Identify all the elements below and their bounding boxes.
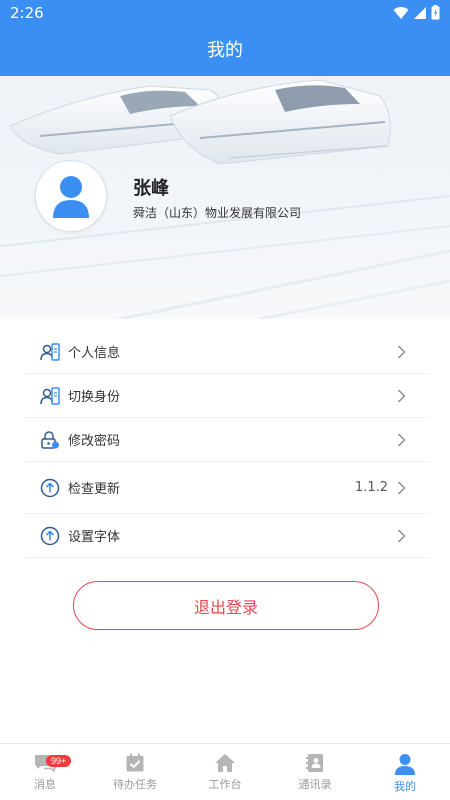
- app-version: 1.1.2: [354, 480, 388, 495]
- menu-item-personal-info[interactable]: 个人信息: [25, 330, 430, 374]
- menu-label: 修改密码: [68, 434, 121, 449]
- title-bar: 我的: [0, 26, 450, 76]
- tab-label: 消息: [34, 778, 56, 791]
- calendar-check-icon: [126, 753, 144, 772]
- menu-label: 切换身份: [68, 390, 121, 405]
- company-name: 舜洁（山东）物业发展有限公司: [133, 206, 302, 220]
- tab-mine[interactable]: 我的: [360, 744, 450, 800]
- menu-item-change-password[interactable]: 修改密码: [25, 418, 430, 462]
- status-icons: [393, 5, 440, 20]
- menu-label: 个人信息: [68, 346, 121, 361]
- chevron-right-icon: [398, 345, 406, 358]
- menu-item-switch-identity[interactable]: 切换身份: [25, 374, 430, 418]
- tab-label: 通讯录: [298, 778, 332, 791]
- upload-arrow-icon: [40, 478, 60, 498]
- tab-contacts[interactable]: 通讯录: [270, 744, 360, 800]
- user-name: 张峰: [133, 178, 169, 199]
- upload-arrow-icon: [40, 526, 60, 546]
- status-time: 2:26: [10, 4, 44, 22]
- tab-todo-tasks[interactable]: 待办任务: [90, 744, 180, 800]
- settings-menu: 个人信息 切换身份 修改密码 检查更新 1.1.2 设置字体: [25, 330, 430, 558]
- menu-item-check-update[interactable]: 检查更新 1.1.2: [25, 462, 430, 514]
- home-icon: [215, 754, 235, 772]
- wifi-icon: [393, 6, 409, 19]
- id-card-icon: [40, 342, 60, 362]
- battery-icon: [431, 5, 440, 20]
- menu-label: 检查更新: [68, 482, 121, 497]
- tab-label: 工作台: [208, 778, 242, 791]
- user-avatar-icon: [53, 176, 89, 218]
- unread-badge: 99+: [46, 755, 72, 767]
- switch-identity-icon: [40, 386, 60, 406]
- logout-button[interactable]: 退出登录: [73, 581, 379, 630]
- avatar[interactable]: [35, 160, 107, 232]
- page-title: 我的: [207, 40, 243, 61]
- menu-label: 设置字体: [68, 530, 121, 545]
- tab-messages[interactable]: 99+ 消息: [0, 744, 90, 800]
- chevron-right-icon: [398, 481, 406, 494]
- menu-item-font-settings[interactable]: 设置字体: [25, 514, 430, 558]
- status-bar: 2:26: [0, 0, 450, 26]
- tab-workbench[interactable]: 工作台: [180, 744, 270, 800]
- bottom-tab-bar: 99+ 消息 待办任务 工作台 通讯录 我的: [0, 743, 450, 800]
- chevron-right-icon: [398, 433, 406, 446]
- chevron-right-icon: [398, 529, 406, 542]
- tab-label: 我的: [394, 780, 416, 793]
- lock-icon: [40, 430, 60, 450]
- chevron-right-icon: [398, 389, 406, 402]
- contacts-book-icon: [306, 754, 323, 772]
- tab-label: 待办任务: [113, 778, 157, 791]
- signal-icon: [414, 6, 426, 19]
- user-icon: [395, 754, 415, 775]
- profile-header: 张峰 舜洁（山东）物业发展有限公司: [0, 76, 450, 319]
